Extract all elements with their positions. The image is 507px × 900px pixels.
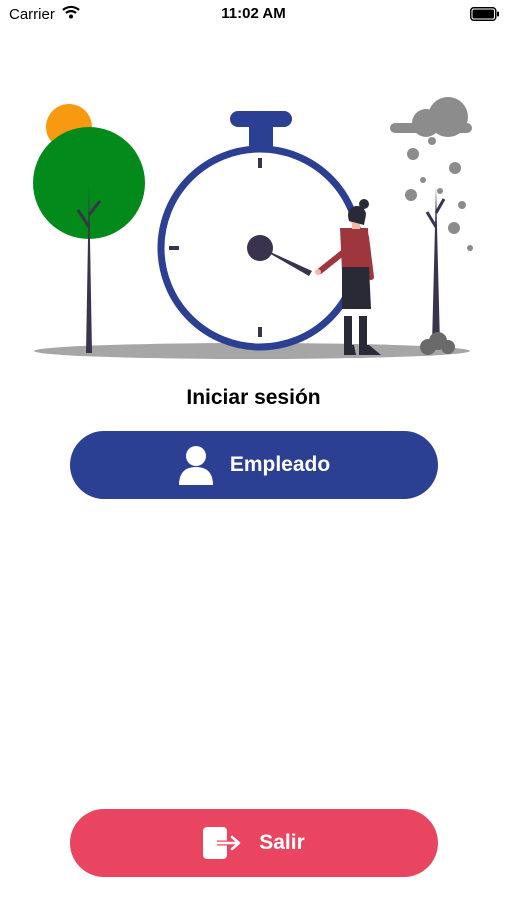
time-illustration [33, 97, 473, 359]
employee-button[interactable]: Empleado [70, 431, 438, 499]
login-title: Iniciar sesión [186, 386, 321, 409]
exit-button-label: Salir [259, 831, 305, 854]
logout-icon [203, 827, 243, 859]
user-icon [178, 445, 214, 485]
stopwatch [157, 111, 363, 351]
employee-button-label: Empleado [229, 453, 331, 476]
rain-drops [405, 137, 473, 251]
status-time: 11:02 AM [221, 5, 286, 22]
exit-button[interactable]: Salir [70, 809, 438, 877]
cloud [390, 97, 472, 137]
status-bar: Carrier 11:02 AM [0, 0, 507, 28]
battery-icon [470, 7, 500, 26]
